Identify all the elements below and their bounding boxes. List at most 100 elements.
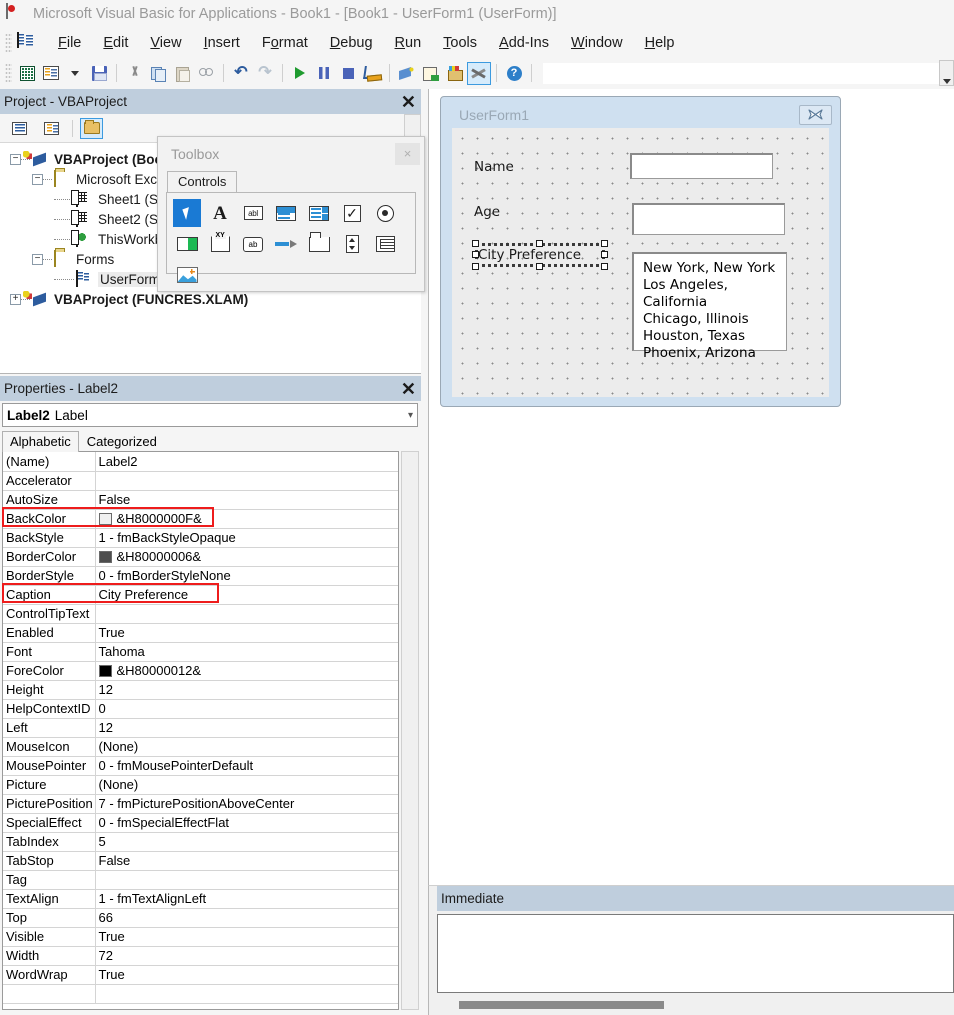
property-value[interactable]: False <box>95 490 398 510</box>
expander-icon[interactable]: − <box>32 173 43 185</box>
resize-handle-sw[interactable] <box>472 263 479 270</box>
menu-window[interactable]: Window <box>560 33 634 53</box>
name-textbox[interactable] <box>630 153 773 179</box>
property-row[interactable]: HelpContextID 0 <box>3 699 398 719</box>
expander-icon[interactable]: − <box>32 253 43 265</box>
property-row[interactable]: TabStop False <box>3 851 398 871</box>
property-value[interactable]: &H80000012& <box>95 661 398 681</box>
toolbar-overflow-button[interactable] <box>939 60 954 86</box>
toolbar-search-input[interactable] <box>543 62 939 84</box>
resize-handle-ne[interactable] <box>601 240 608 247</box>
insert-dropdown-icon[interactable] <box>63 62 87 85</box>
resize-handle-e[interactable] <box>601 251 608 258</box>
close-icon[interactable]: ✕ <box>401 380 416 398</box>
property-row[interactable]: (Name) Label2 <box>3 452 398 472</box>
listbox-item[interactable]: Chicago, Illinois <box>643 311 786 328</box>
property-value[interactable]: 5 <box>95 832 398 852</box>
close-x-icon[interactable] <box>799 104 832 125</box>
listbox-item[interactable]: New York, New York <box>643 260 786 277</box>
property-row[interactable]: Caption City Preference <box>3 585 398 605</box>
property-row[interactable]: ControlTipText <box>3 604 398 624</box>
cut-icon[interactable] <box>122 62 146 85</box>
redo-icon[interactable]: ↷ <box>253 62 277 85</box>
property-row[interactable]: Visible True <box>3 927 398 947</box>
tab-alphabetic[interactable]: Alphabetic <box>2 431 79 452</box>
property-value[interactable]: (None) <box>95 775 398 795</box>
spinbutton-tool[interactable] <box>338 230 366 258</box>
property-value[interactable]: 0 - fmSpecialEffectFlat <box>95 813 398 833</box>
property-value[interactable]: True <box>95 965 398 985</box>
immediate-textarea[interactable] <box>437 914 954 993</box>
property-value[interactable]: City Preference <box>95 585 398 605</box>
property-row[interactable]: BorderStyle 0 - fmBorderStyleNone <box>3 566 398 586</box>
find-icon[interactable] <box>194 62 218 85</box>
label-tool[interactable]: A <box>206 199 234 227</box>
menu-view[interactable]: View <box>139 33 192 53</box>
scrollbar-thumb[interactable] <box>459 1001 664 1009</box>
property-value[interactable]: 66 <box>95 908 398 928</box>
tab-controls[interactable]: Controls <box>167 171 238 192</box>
listbox-item[interactable]: Phoenix, Arizona <box>643 345 786 362</box>
tabstrip-tool[interactable] <box>305 230 333 258</box>
property-row[interactable]: Picture (None) <box>3 775 398 795</box>
property-value[interactable]: 7 - fmPicturePositionAboveCenter <box>95 794 398 814</box>
paste-icon[interactable] <box>170 62 194 85</box>
tree-item-vbaproject-funcres[interactable]: + VBAProject (FUNCRES.XLAM) <box>0 289 421 309</box>
save-icon[interactable] <box>87 62 111 85</box>
expander-icon[interactable]: + <box>10 293 21 305</box>
property-row[interactable]: AutoSize False <box>3 490 398 510</box>
resize-handle-se[interactable] <box>601 263 608 270</box>
close-icon[interactable]: × <box>395 142 420 165</box>
menu-help[interactable]: Help <box>634 33 686 53</box>
property-value[interactable]: 12 <box>95 718 398 738</box>
property-row[interactable]: Font Tahoma <box>3 642 398 662</box>
property-value[interactable]: &H80000006& <box>95 547 398 567</box>
commandbutton-tool[interactable]: ab <box>239 230 267 258</box>
pause-icon[interactable] <box>312 62 336 85</box>
property-row[interactable]: ForeColor &H80000012& <box>3 661 398 681</box>
menu-tools[interactable]: Tools <box>432 33 488 53</box>
properties-scrollbar[interactable] <box>401 451 419 1010</box>
resize-handle-nw[interactable] <box>472 240 479 247</box>
view-excel-icon[interactable] <box>15 62 39 85</box>
image-tool[interactable] <box>173 261 201 289</box>
property-row[interactable]: TabIndex 5 <box>3 832 398 852</box>
age-textbox[interactable] <box>632 203 785 235</box>
resize-handle-s[interactable] <box>536 263 543 270</box>
tab-categorized[interactable]: Categorized <box>79 431 165 452</box>
property-value[interactable]: 72 <box>95 946 398 966</box>
property-row[interactable]: Width 72 <box>3 946 398 966</box>
listbox-item[interactable]: Houston, Texas <box>643 328 786 345</box>
property-row[interactable]: WordWrap True <box>3 965 398 985</box>
combobox-tool[interactable] <box>272 199 300 227</box>
property-value[interactable]: 0 - fmBorderStyleNone <box>95 566 398 586</box>
menu-run[interactable]: Run <box>384 33 433 53</box>
close-icon[interactable]: ✕ <box>401 93 416 111</box>
property-value[interactable]: Label2 <box>95 452 398 472</box>
property-value[interactable]: (None) <box>95 737 398 757</box>
menu-grip[interactable] <box>5 33 12 53</box>
property-value[interactable]: True <box>95 927 398 947</box>
object-selector-combo[interactable]: Label2 Label ▾ <box>2 403 418 427</box>
userform-canvas[interactable]: Name Age New York, New York Los Angeles,… <box>452 128 829 397</box>
property-value[interactable] <box>95 870 398 890</box>
age-label[interactable]: Age <box>474 204 500 220</box>
menu-debug[interactable]: Debug <box>319 33 384 53</box>
togglebutton-tool[interactable] <box>173 230 201 258</box>
stop-icon[interactable] <box>336 62 360 85</box>
property-value[interactable]: &H8000000F& <box>95 509 398 529</box>
property-row[interactable]: BackStyle 1 - fmBackStyleOpaque <box>3 528 398 548</box>
city-listbox[interactable]: New York, New York Los Angeles, Californ… <box>632 252 787 361</box>
chevron-down-icon[interactable]: ▾ <box>408 410 413 421</box>
resize-handle-n[interactable] <box>536 240 543 247</box>
immediate-horizontal-scrollbar[interactable] <box>437 995 954 1015</box>
property-row[interactable]: Accelerator <box>3 471 398 491</box>
toolbar-grip[interactable] <box>5 63 12 83</box>
property-value[interactable]: 1 - fmBackStyleOpaque <box>95 528 398 548</box>
property-row[interactable]: Top 66 <box>3 908 398 928</box>
property-row[interactable]: Enabled True <box>3 623 398 643</box>
city-preference-label[interactable]: City Preference <box>478 247 581 263</box>
view-code-button[interactable] <box>8 118 31 139</box>
property-value[interactable] <box>95 604 398 624</box>
listbox-item[interactable]: Los Angeles, California <box>643 277 786 311</box>
